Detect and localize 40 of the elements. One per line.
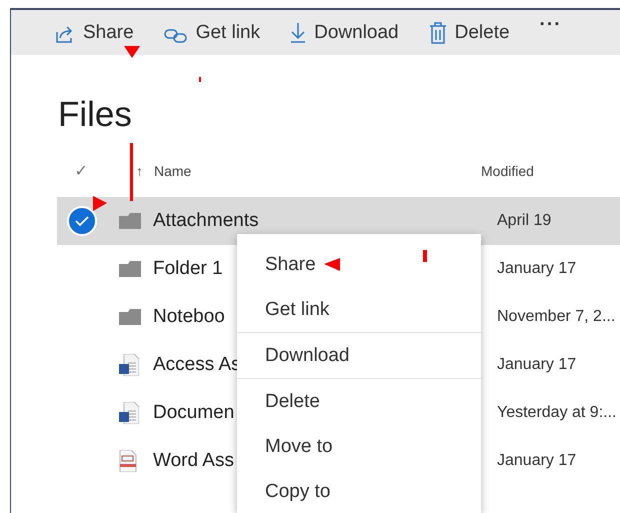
menu-item[interactable]: Download xyxy=(237,333,481,379)
menu-item[interactable]: Get link xyxy=(237,287,481,333)
page-title: Files xyxy=(58,94,133,136)
annotation-mark xyxy=(199,77,201,82)
toolbar-button[interactable]: Share xyxy=(55,22,134,44)
menu-item[interactable]: Delete xyxy=(237,379,481,424)
link-icon xyxy=(164,28,188,44)
menu-item[interactable]: Copy to xyxy=(237,469,481,513)
folder-icon xyxy=(119,261,141,277)
toolbar-button[interactable]: Get link xyxy=(164,22,260,44)
annotation-arrow xyxy=(324,258,340,271)
download-icon xyxy=(290,22,306,44)
toolbar-button[interactable]: Delete xyxy=(428,22,510,44)
modified-date: January 17 xyxy=(497,452,576,470)
annotation-arrow xyxy=(93,196,107,211)
modified-date: Yesterday at 9:... xyxy=(497,404,616,422)
word-document-icon xyxy=(119,402,139,424)
annotation-mark xyxy=(423,250,427,262)
modified-date: November 7, 2... xyxy=(497,308,616,326)
column-header[interactable]: Name xyxy=(154,163,481,179)
folder-icon xyxy=(119,309,141,325)
sort-arrow: ↑ xyxy=(136,163,144,179)
menu-item[interactable]: Move to xyxy=(237,424,481,469)
annotation-arrow xyxy=(124,46,140,58)
annotation-line xyxy=(130,143,133,201)
modified-date: January 17 xyxy=(497,260,576,278)
modified-date: April 19 xyxy=(497,212,552,230)
select-all-checkmark[interactable]: ✓ xyxy=(11,161,106,181)
word-document-icon xyxy=(119,354,139,376)
share-icon xyxy=(55,24,75,44)
toolbar-button[interactable]: ··· xyxy=(540,22,562,44)
modified-date: January 17 xyxy=(497,356,576,374)
file-name[interactable]: Attachments xyxy=(153,210,497,232)
folder-icon xyxy=(119,213,141,229)
selected-check-icon[interactable] xyxy=(67,206,97,236)
menu-item[interactable]: Share xyxy=(237,242,481,287)
column-header[interactable]: Modified xyxy=(481,163,534,179)
pdf-document-icon xyxy=(119,450,137,472)
trash-icon xyxy=(428,22,447,44)
toolbar-button[interactable]: Download xyxy=(290,22,399,44)
